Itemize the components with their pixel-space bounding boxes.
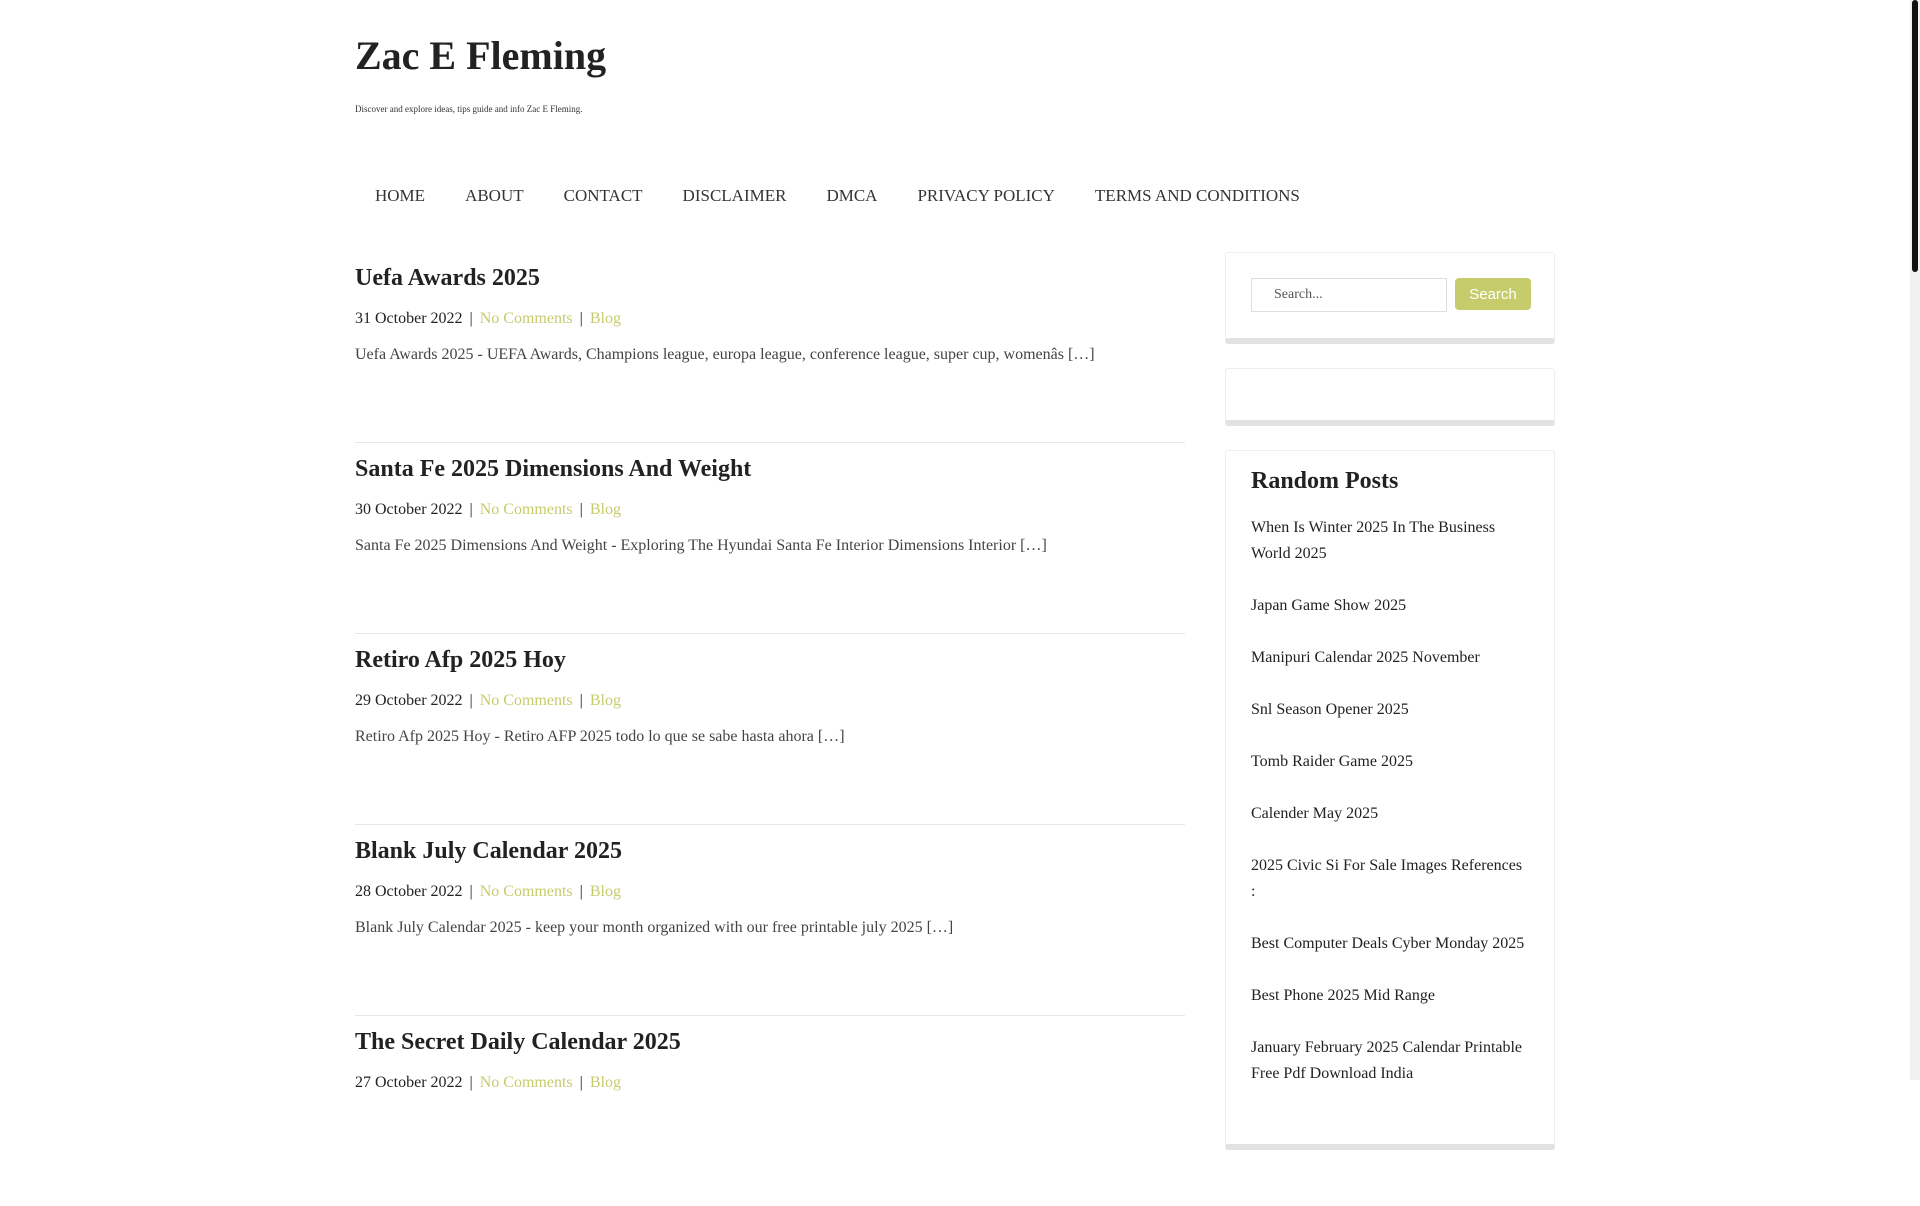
nav-home[interactable]: HOME [355,182,445,210]
post-title[interactable]: The Secret Daily Calendar 2025 [355,1026,681,1058]
post-category-link[interactable]: Blog [590,1074,621,1091]
page-scrollbar[interactable] [1910,0,1920,1080]
post-comments-link[interactable]: No Comments [480,310,573,327]
search-button[interactable]: Search [1455,278,1531,310]
post-item: The Secret Daily Calendar 2025 27 Octobe… [355,1016,1185,1206]
site-title[interactable]: Zac E Fleming [355,30,606,82]
post-date: 27 October 2022 [355,1074,463,1091]
post-item: Uefa Awards 2025 31 October 2022 | No Comm… [355,252,1185,443]
post-category-link[interactable]: Blog [590,692,621,709]
post-comments-link[interactable]: No Comments [480,692,573,709]
random-post-link[interactable]: Tomb Raider Game 2025 [1251,749,1529,775]
nav-contact[interactable]: CONTACT [544,182,663,210]
random-posts-list: When Is Winter 2025 In The Business Worl… [1251,515,1529,1087]
post-title[interactable]: Retiro Afp 2025 Hoy [355,644,566,676]
nav-privacy-policy[interactable]: PRIVACY POLICY [897,182,1074,210]
post-title[interactable]: Uefa Awards 2025 [355,262,540,294]
nav-disclaimer[interactable]: DISCLAIMER [663,182,807,210]
random-posts-title: Random Posts [1251,468,1399,494]
random-post-link[interactable]: When Is Winter 2025 In The Business Worl… [1251,515,1529,567]
random-post-link[interactable]: Calender May 2025 [1251,801,1529,827]
post-comments-link[interactable]: No Comments [480,1074,573,1091]
post-meta: 29 October 2022 | No Comments | Blog [355,692,621,709]
post-item: Blank July Calendar 2025 28 October 2022… [355,825,1185,1016]
post-meta: 28 October 2022 | No Comments | Blog [355,883,621,900]
nav-dmca[interactable]: DMCA [806,182,897,210]
random-post-link[interactable]: Best Computer Deals Cyber Monday 2025 [1251,931,1529,957]
post-excerpt: Retiro Afp 2025 Hoy - Retiro AFP 2025 to… [355,728,845,745]
random-posts-widget: Random Posts When Is Winter 2025 In The … [1225,450,1555,1150]
scrollbar-thumb[interactable] [1912,0,1918,272]
post-list: Uefa Awards 2025 31 October 2022 | No Comm… [355,252,1185,1206]
post-item: Retiro Afp 2025 Hoy 29 October 2022 | No C… [355,634,1185,825]
post-excerpt: Santa Fe 2025 Dimensions And Weight - Ex… [355,537,1047,554]
post-item: Santa Fe 2025 Dimensions And Weight 30 O… [355,443,1185,634]
nav-about[interactable]: ABOUT [445,182,544,210]
post-title[interactable]: Santa Fe 2025 Dimensions And Weight [355,453,751,485]
sidebar: Search Random Posts When Is Winter 2025 … [1225,252,1555,1150]
post-category-link[interactable]: Blog [590,310,621,327]
post-meta: 31 October 2022 | No Comments | Blog [355,310,621,327]
post-meta: 27 October 2022 | No Comments | Blog [355,1074,621,1091]
site-description: Discover and explore ideas, tips guide a… [355,104,583,114]
random-post-link[interactable]: January February 2025 Calendar Printable… [1251,1035,1529,1087]
post-comments-link[interactable]: No Comments [480,883,573,900]
empty-widget [1225,368,1555,426]
search-widget: Search [1225,252,1555,344]
random-post-link[interactable]: Best Phone 2025 Mid Range [1251,983,1529,1009]
post-date: 30 October 2022 [355,501,463,518]
search-input[interactable] [1251,278,1447,312]
post-excerpt: Uefa Awards 2025 - UEFA Awards, Champion… [355,346,1095,363]
post-category-link[interactable]: Blog [590,501,621,518]
post-category-link[interactable]: Blog [590,883,621,900]
post-date: 31 October 2022 [355,310,463,327]
post-excerpt: Blank July Calendar 2025 - keep your mon… [355,919,954,936]
random-post-link[interactable]: Snl Season Opener 2025 [1251,697,1529,723]
random-post-link[interactable]: Manipuri Calendar 2025 November [1251,645,1529,671]
random-post-link[interactable]: 2025 Civic Si For Sale Images References… [1251,853,1529,905]
post-title[interactable]: Blank July Calendar 2025 [355,835,622,867]
nav-terms-and-conditions[interactable]: TERMS AND CONDITIONS [1075,182,1320,210]
random-post-link[interactable]: Japan Game Show 2025 [1251,593,1529,619]
post-comments-link[interactable]: No Comments [480,501,573,518]
main-nav: HOME ABOUT CONTACT DISCLAIMER DMCA PRIVA… [355,182,1320,210]
post-date: 28 October 2022 [355,883,463,900]
post-date: 29 October 2022 [355,692,463,709]
post-meta: 30 October 2022 | No Comments | Blog [355,501,621,518]
